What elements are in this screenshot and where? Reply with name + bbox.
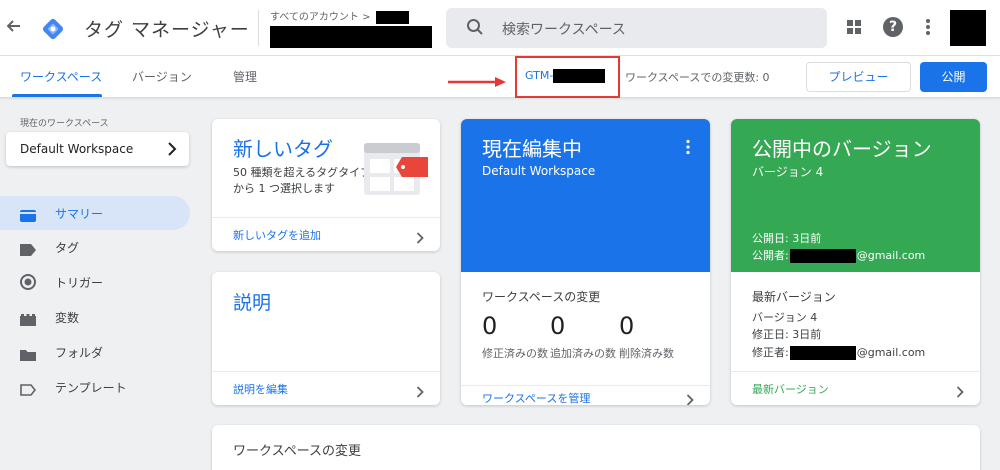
top-app-bar: タグ マネージャー すべてのアカウント > 検索ワークスペース ? (0, 0, 1000, 56)
publish-button[interactable]: 公開 (920, 62, 987, 92)
published-version-title: 公開中のバージョン (752, 137, 932, 161)
published-version-number: バージョン 4 (752, 165, 824, 179)
added-count: 0 (550, 312, 566, 340)
sidebar-item-label: テンプレート (55, 381, 127, 395)
tag-icon (20, 241, 36, 256)
search-placeholder: 検索ワークスペース (502, 22, 626, 38)
edit-description-label: 説明を編集 (233, 383, 288, 396)
sidebar-item-triggers[interactable]: トリガー (0, 265, 190, 299)
latest-version-link[interactable]: 最新バージョン (731, 371, 980, 405)
chevron-right-icon (686, 391, 694, 405)
tab-workspace[interactable]: ワークスペース (20, 68, 102, 85)
workspace-selector[interactable]: Default Workspace (6, 132, 189, 166)
new-tag-title: 新しいタグ (233, 137, 333, 161)
redacted-email (789, 249, 856, 263)
sidebar-item-label: タグ (55, 241, 80, 255)
more-vert-icon[interactable] (685, 139, 691, 155)
description-card: 説明 説明を編集 (212, 272, 440, 405)
manage-workspaces-link[interactable]: ワークスペースを管理 (461, 385, 710, 405)
workspace-changes-card: ワークスペースの変更 (212, 425, 980, 470)
search-icon (466, 18, 484, 36)
tab-versions[interactable]: バージョン (132, 68, 192, 85)
sidebar-item-templates[interactable]: テンプレート (0, 370, 190, 404)
current-workspace-header: 現在編集中 Default Workspace (461, 119, 710, 272)
sidebar-item-label: 変数 (55, 311, 80, 325)
account-breadcrumb-label: すべてのアカウント > (270, 12, 371, 23)
modified-count-label: 修正済みの数 (482, 347, 548, 360)
published-date: 公開日: 3日前 (752, 232, 822, 245)
modified-date: 修正日: 3日前 (752, 328, 822, 341)
sidebar-item-label: フォルダ (55, 346, 104, 360)
account-breadcrumb[interactable]: すべてのアカウント > (270, 8, 410, 24)
add-new-tag-link[interactable]: 新しいタグを追加 (212, 217, 440, 251)
workspace-subnav: ワークスペース バージョン 管理 GTM- ワークスペースでの変更数: 0 プレ… (0, 56, 1000, 98)
trigger-icon (20, 274, 36, 290)
annotation-highlight-box: GTM- (515, 56, 620, 98)
published-by-suffix: @gmail.com (856, 249, 926, 262)
back-arrow-icon[interactable] (4, 18, 24, 38)
sidebar-item-folders[interactable]: フォルダ (0, 335, 190, 369)
search-input[interactable]: 検索ワークスペース (446, 8, 827, 48)
redacted-container-id (553, 69, 606, 83)
chevron-right-icon (416, 229, 424, 244)
chevron-right-icon (166, 141, 178, 156)
added-count-label: 追加済みの数 (550, 347, 616, 360)
deleted-count-label: 削除済み数 (619, 347, 674, 360)
tag-illustration-icon (362, 141, 437, 201)
latest-version-number: バージョン 4 (752, 311, 818, 324)
modified-by-suffix: @gmail.com (856, 346, 926, 359)
add-new-tag-label: 新しいタグを追加 (233, 229, 321, 242)
current-workspace-label: 現在のワークスペース (20, 119, 109, 129)
summary-icon (20, 207, 36, 222)
manage-workspaces-label: ワークスペースを管理 (482, 392, 591, 405)
published-by-prefix: 公開者: (752, 249, 789, 262)
workspace-selector-name: Default Workspace (20, 142, 134, 156)
redacted-container-name[interactable] (270, 26, 432, 48)
modified-count: 0 (482, 312, 498, 340)
container-id-prefix: GTM- (525, 69, 554, 82)
published-by: 公開者: @gmail.com (752, 247, 925, 263)
folder-icon (20, 346, 36, 361)
template-icon (20, 381, 37, 396)
workspace-changes-card-title: ワークスペースの変更 (233, 444, 362, 459)
sidebar-item-summary[interactable]: サマリー (0, 196, 190, 230)
workspace-changes-heading: ワークスペースの変更 (482, 290, 601, 304)
active-tab-indicator (12, 94, 102, 97)
published-version-header: 公開中のバージョン バージョン 4 公開日: 3日前 公開者: @gmail.co… (731, 119, 980, 272)
current-workspace-card: 現在編集中 Default Workspace ワークスペースの変更 0 0 0… (461, 119, 710, 405)
header-divider (258, 10, 259, 46)
redacted-account-name (376, 10, 410, 24)
modified-by: 修正者: @gmail.com (752, 344, 925, 360)
redacted-email (789, 346, 856, 360)
sidebar-item-label: トリガー (55, 276, 104, 290)
preview-button[interactable]: プレビュー (806, 62, 911, 92)
annotation-arrow-icon (448, 73, 508, 87)
deleted-count: 0 (619, 312, 635, 340)
app-title: タグ マネージャー (84, 19, 250, 41)
tag-manager-logo-icon[interactable] (38, 14, 68, 44)
sidebar-item-tags[interactable]: タグ (0, 230, 190, 264)
latest-version-heading: 最新バージョン (752, 290, 836, 304)
sidebar-item-variables[interactable]: 変数 (0, 300, 190, 334)
workspace-change-count: ワークスペースでの変更数: 0 (625, 71, 770, 84)
chevron-right-icon (416, 383, 424, 398)
more-vert-icon[interactable] (922, 17, 934, 37)
tab-admin[interactable]: 管理 (233, 68, 257, 85)
redacted-avatar[interactable] (950, 10, 986, 46)
latest-version-link-label: 最新バージョン (752, 383, 829, 396)
sidebar-item-label: サマリー (55, 207, 104, 221)
new-tag-description: 50 種類を超えるタグタイプから 1 つ選択します (233, 166, 372, 195)
description-title: 説明 (233, 292, 272, 314)
help-icon[interactable]: ? (883, 17, 903, 37)
currently-editing-workspace: Default Workspace (482, 164, 596, 178)
container-id[interactable]: GTM- (525, 69, 606, 83)
new-tag-card[interactable]: 新しいタグ 50 種類を超えるタグタイプから 1 つ選択します 新しいタグを追加 (212, 119, 440, 251)
variable-icon (20, 311, 36, 326)
currently-editing-title: 現在編集中 (482, 137, 582, 161)
edit-description-link[interactable]: 説明を編集 (212, 371, 440, 405)
chevron-right-icon (956, 383, 964, 398)
published-version-card: 公開中のバージョン バージョン 4 公開日: 3日前 公開者: @gmail.co… (731, 119, 980, 405)
apps-grid-icon[interactable] (846, 19, 862, 35)
modified-by-prefix: 修正者: (752, 346, 789, 359)
